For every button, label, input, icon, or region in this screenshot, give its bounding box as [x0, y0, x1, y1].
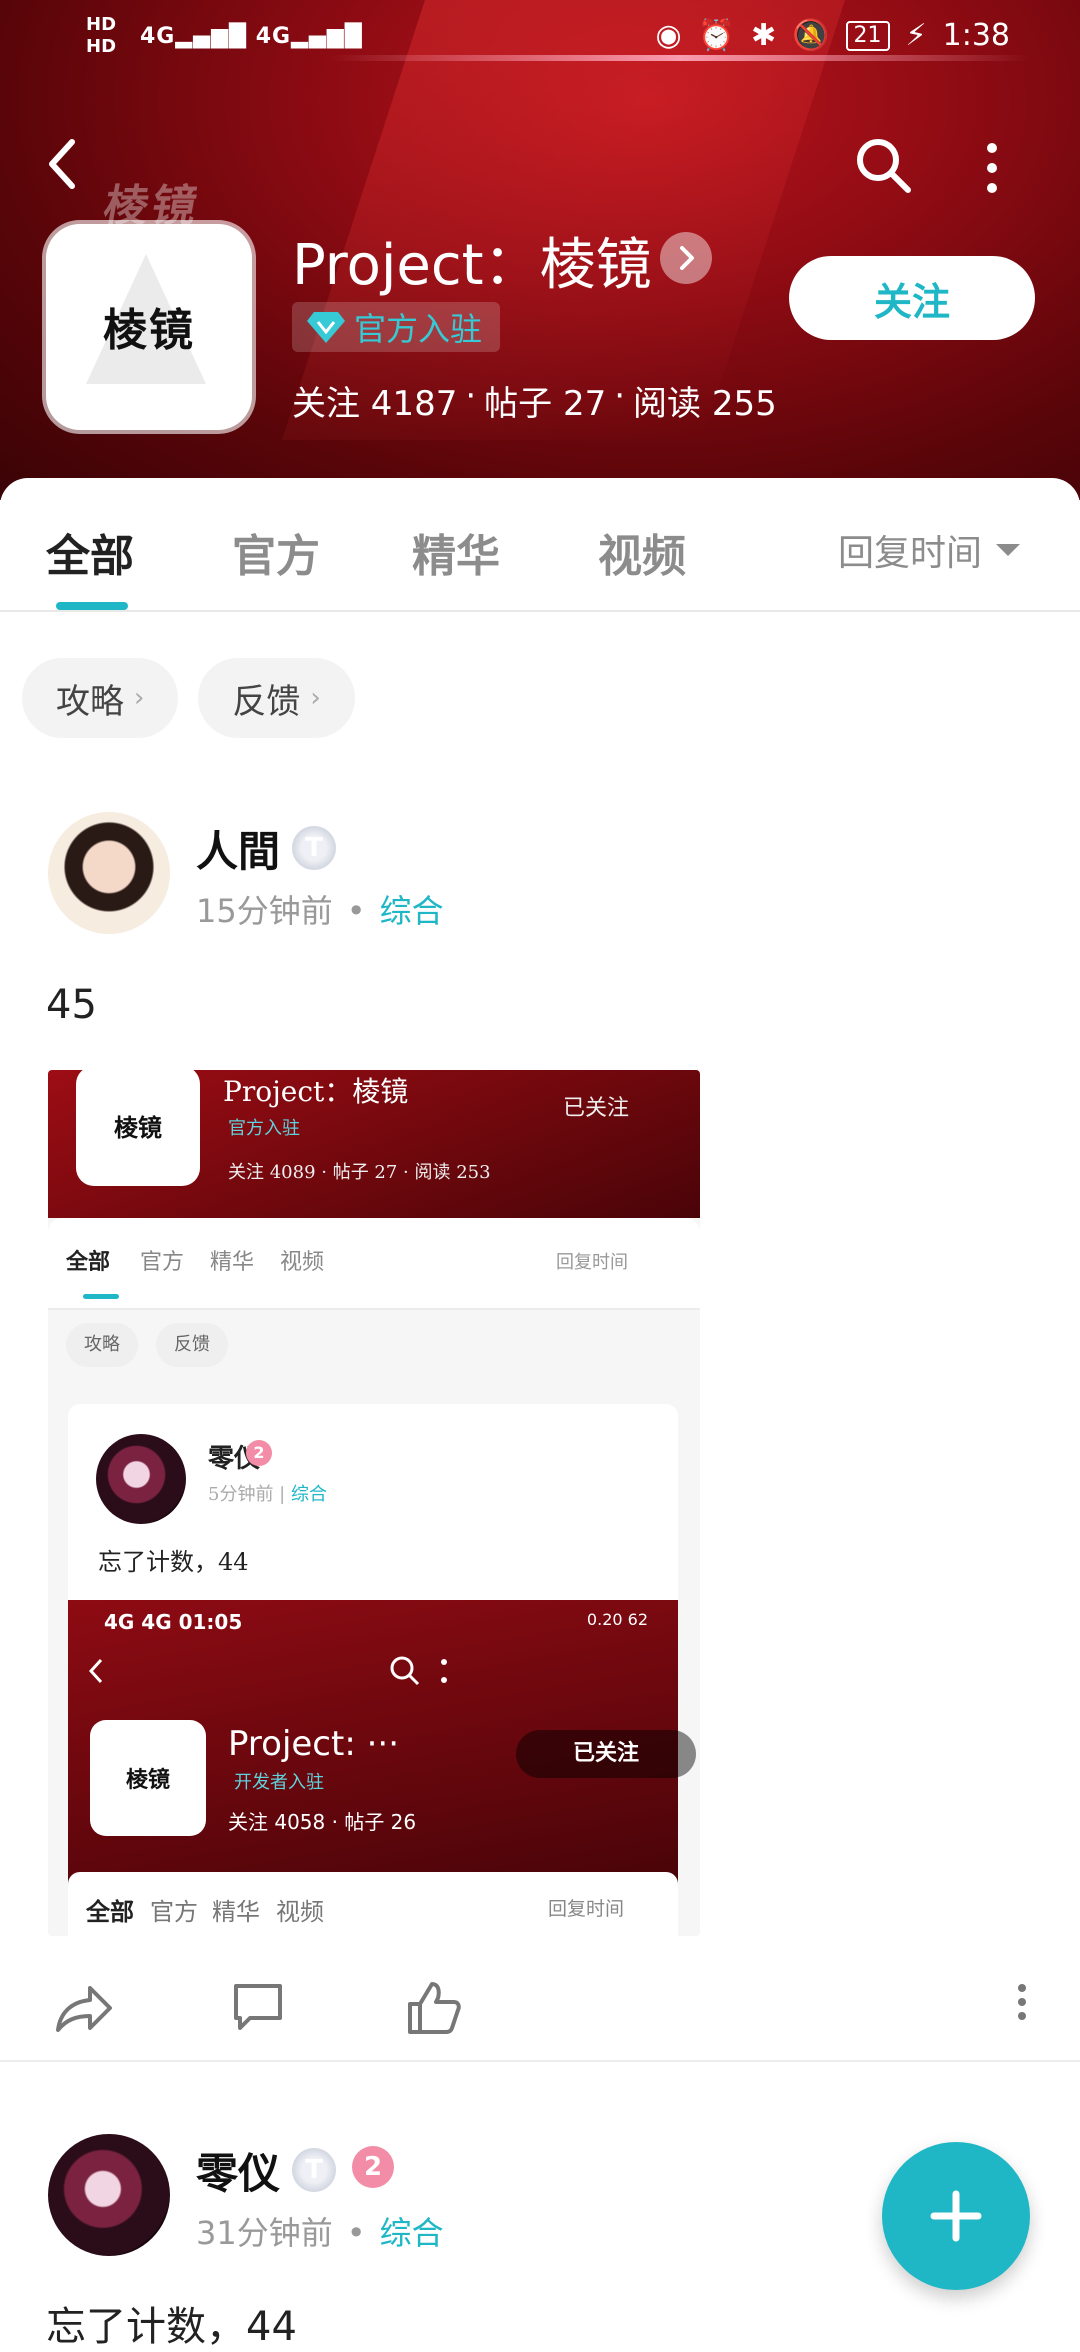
official-badge-label: 官方入驻: [354, 310, 483, 348]
forum-logo-text: 棱镜: [103, 305, 195, 356]
sort-label: 回复时间: [838, 533, 983, 574]
battery-indicator: 21: [845, 20, 890, 51]
bluetooth-icon: ✱: [751, 18, 777, 53]
eye-icon: ◉: [655, 18, 682, 53]
tab-all[interactable]: 全部: [46, 520, 134, 584]
image-official-badge: 官方入驻: [228, 1118, 300, 1139]
diamond-icon: [307, 312, 345, 343]
hd-indicator: HD HD: [86, 14, 117, 57]
post-text[interactable]: 45: [46, 982, 97, 1028]
nested-screenshot: 4G 4G 01:05 0.20 62 棱镜 Project: ··· 开发者入…: [68, 1600, 696, 1936]
stat-reads: 阅读 255: [633, 384, 777, 424]
active-tab-indicator: [56, 602, 128, 610]
image-followed-label: 已关注: [563, 1096, 630, 1121]
post-action-bar: [0, 1950, 1080, 2062]
tab-featured[interactable]: 精华: [412, 520, 500, 584]
image-forum-title: Project：棱镜: [223, 1075, 409, 1108]
stat-followers: 关注 4187: [292, 384, 458, 424]
more-options-icon[interactable]: [1016, 1982, 1028, 2022]
post-meta: 15分钟前 • 综合: [196, 892, 444, 930]
title-badge: T: [292, 826, 336, 870]
share-icon[interactable]: [52, 1980, 116, 2036]
post-category[interactable]: 综合: [380, 892, 444, 930]
status-bar: HD HD 4G▂▄▆█ 4G▂▄▆█ ◉ ⏰ ✱ 🔕 21 ⚡ 1:38: [0, 0, 1080, 80]
post-image[interactable]: 棱镜 Project：棱镜 已关注 官方入驻 关注 4089 · 帖子 27 ·…: [48, 1070, 700, 1936]
alarm-icon: ⏰: [697, 18, 736, 53]
search-icon[interactable]: [852, 134, 914, 196]
status-right: ◉ ⏰ ✱ 🔕 21 ⚡ 1:38: [656, 18, 1011, 53]
chip-feedback[interactable]: 反馈 ›: [198, 658, 355, 738]
post-username[interactable]: 人間: [196, 818, 280, 879]
forum-title[interactable]: Project：棱镜: [292, 220, 652, 301]
like-icon[interactable]: [404, 1980, 462, 2036]
tab-video[interactable]: 视频: [598, 520, 686, 584]
back-icon[interactable]: [44, 136, 84, 192]
avatar[interactable]: [48, 812, 170, 934]
chip-guide[interactable]: 攻略 ›: [22, 658, 179, 738]
level-badge: 2: [352, 2146, 394, 2188]
image-post-meta: 5分钟前 | 综合: [208, 1484, 327, 1505]
tab-bar: 全部 官方 精华 视频 回复时间: [0, 478, 1080, 612]
charging-icon: ⚡: [905, 18, 927, 53]
chevron-right-icon: ›: [310, 683, 321, 713]
topic-chips: 攻略 › 反馈 ›: [22, 658, 355, 738]
more-vertical-icon[interactable]: [980, 140, 1004, 196]
follow-button[interactable]: 关注: [789, 256, 1035, 340]
post-meta: 31分钟前 • 综合: [196, 2214, 444, 2252]
image-avatar: [96, 1434, 186, 1524]
image-post-card: 零仪 2 5分钟前 | 综合 忘了计数，44 4G 4G 01:05 0.20 …: [68, 1404, 696, 1936]
post-time: 15分钟前: [196, 892, 333, 930]
plus-icon: [930, 2190, 982, 2242]
post-time: 31分钟前: [196, 2214, 333, 2252]
title-badge: T: [292, 2148, 336, 2192]
official-badge: 官方入驻: [292, 302, 501, 352]
image-forum-logo: 棱镜: [76, 1070, 200, 1186]
create-post-button[interactable]: [882, 2142, 1030, 2290]
tab-official[interactable]: 官方: [232, 520, 320, 584]
post-username[interactable]: 零仪: [196, 2140, 280, 2201]
status-time: 1:38: [942, 18, 1010, 53]
caret-down-icon: [996, 544, 1021, 556]
top-navigation: [0, 120, 1080, 210]
post-text[interactable]: 忘了计数，44: [46, 2294, 297, 2352]
more-vertical-icon: [441, 1659, 447, 1683]
stat-posts: 帖子 27: [484, 384, 607, 424]
comment-icon[interactable]: [228, 1980, 288, 2036]
forum-logo[interactable]: 棱镜: [46, 224, 252, 430]
signal-indicator: 4G▂▄▆█ 4G▂▄▆█: [140, 24, 363, 49]
mute-icon: 🔕: [792, 18, 830, 53]
sort-dropdown[interactable]: 回复时间: [838, 524, 1021, 576]
image-tab-bar: 全部 官方 精华 视频 回复时间: [48, 1218, 700, 1310]
image-post-text: 忘了计数，44: [98, 1548, 249, 1576]
image-level-badge: 2: [246, 1440, 272, 1466]
chevron-right-icon[interactable]: [660, 232, 712, 284]
search-icon: [390, 1656, 420, 1686]
forum-stats: 关注 4187 · 帖子 27 · 阅读 255: [292, 376, 777, 424]
avatar[interactable]: [48, 2134, 170, 2256]
forum-header: 棱镜 HD HD 4G▂▄▆█ 4G▂▄▆█ ◉ ⏰ ✱ 🔕 21 ⚡ 1:38: [0, 0, 1080, 500]
back-icon: [88, 1658, 103, 1684]
chevron-right-icon: ›: [134, 683, 145, 713]
image-forum-stats: 关注 4089 · 帖子 27 · 阅读 253: [228, 1162, 491, 1183]
post-category[interactable]: 综合: [380, 2214, 444, 2252]
